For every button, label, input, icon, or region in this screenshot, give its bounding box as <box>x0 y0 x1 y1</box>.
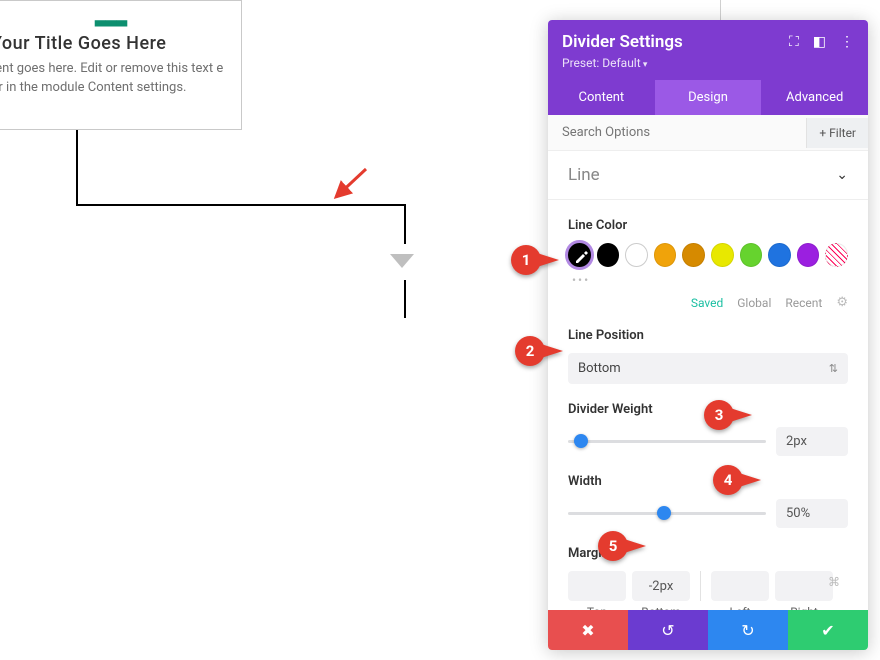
swatch-orange[interactable] <box>654 243 677 267</box>
snap-icon[interactable]: ◧ <box>813 34 826 50</box>
blurb-icon: ▃▃▃ <box>0 11 231 27</box>
preset-dropdown[interactable]: Preset: Default <box>562 56 854 70</box>
width-slider[interactable] <box>568 512 766 515</box>
filter-label: Filter <box>829 126 856 140</box>
more-icon[interactable]: ••• <box>572 273 848 287</box>
group-line-color: Line Color ••• Saved Global Recent <box>568 218 848 310</box>
guide-line <box>720 0 721 20</box>
margin-bottom-input[interactable]: -2px <box>632 571 690 601</box>
palette-recent[interactable]: Recent <box>785 296 822 310</box>
divider-weight-value[interactable]: 2px <box>776 427 848 456</box>
swatch-green[interactable] <box>740 243 763 267</box>
undo-icon: ↺ <box>661 621 674 640</box>
swatch-transparent[interactable] <box>825 243 848 267</box>
check-icon: ✔ <box>821 621 834 640</box>
select-chevrons-icon: ⇅ <box>829 362 838 375</box>
color-swatch-row <box>568 243 848 267</box>
search-row: + Filter <box>548 115 868 151</box>
group-width: Width 50% <box>568 474 848 528</box>
close-icon: ✖ <box>581 621 594 640</box>
margin-left-label: Left <box>730 605 751 610</box>
swatch-black[interactable] <box>597 243 620 267</box>
tab-advanced[interactable]: Advanced <box>761 80 868 115</box>
filter-button[interactable]: + Filter <box>806 118 868 148</box>
blurb-body: tent goes here. Edit or remove this text… <box>0 60 231 98</box>
plus-icon: + <box>819 126 829 140</box>
tab-design[interactable]: Design <box>655 80 762 115</box>
redo-button[interactable]: ↻ <box>708 610 788 650</box>
panel-tabs: Content Design Advanced <box>548 80 868 115</box>
discard-button[interactable]: ✖ <box>548 610 628 650</box>
group-line-position: Line Position Bottom ⇅ <box>568 328 848 384</box>
expand-icon[interactable]: ⛶ <box>789 34 799 50</box>
swatch-yellow[interactable] <box>711 243 734 267</box>
section-label: Line <box>568 165 600 185</box>
divider-triangle-icon[interactable] <box>390 254 414 268</box>
divider-settings-panel: Divider Settings ⛶ ◧ ⋮ Preset: Default C… <box>548 20 868 650</box>
tab-content[interactable]: Content <box>548 80 655 115</box>
kebab-menu-icon[interactable]: ⋮ <box>840 34 854 50</box>
margin-left-input[interactable] <box>711 571 769 601</box>
link-values-icon[interactable]: ⌘ <box>828 575 840 589</box>
callout-5: 5 <box>598 531 652 561</box>
color-picker-swatch[interactable] <box>568 243 591 267</box>
palette-global[interactable]: Global <box>737 296 771 310</box>
margin-bottom-label: Bottom <box>641 605 680 610</box>
margin-top-input[interactable] <box>568 571 626 601</box>
divider-weight-slider[interactable] <box>568 440 766 443</box>
swatch-white[interactable] <box>625 243 648 267</box>
callout-1: 1 <box>511 245 565 275</box>
save-button[interactable]: ✔ <box>788 610 868 650</box>
callout-4: 4 <box>713 465 767 495</box>
line-position-value: Bottom <box>578 361 621 376</box>
blurb-title: Your Title Goes Here <box>0 33 231 54</box>
search-input[interactable] <box>548 115 806 150</box>
panel-title: Divider Settings <box>562 32 683 52</box>
undo-button[interactable]: ↺ <box>628 610 708 650</box>
width-value[interactable]: 50% <box>776 499 848 528</box>
divider-segment <box>76 204 406 206</box>
margin-separator <box>700 571 701 601</box>
redo-icon: ↻ <box>741 621 754 640</box>
annotation-arrow-icon <box>330 165 370 203</box>
callout-3: 3 <box>704 400 758 430</box>
gear-icon[interactable]: ⚙ <box>836 295 848 310</box>
swatch-purple[interactable] <box>797 243 820 267</box>
panel-header: Divider Settings ⛶ ◧ ⋮ Preset: Default <box>548 20 868 80</box>
divider-segment <box>404 280 406 318</box>
width-label: Width <box>568 474 848 489</box>
divider-segment <box>76 130 78 204</box>
line-color-label: Line Color <box>568 218 848 233</box>
line-position-select[interactable]: Bottom ⇅ <box>568 353 848 384</box>
margin-top-label: Top <box>587 605 607 610</box>
margin-right-input[interactable] <box>775 571 833 601</box>
panel-footer: ✖ ↺ ↻ ✔ <box>548 610 868 650</box>
margin-right-label: Right <box>790 605 818 610</box>
divider-segment <box>404 206 406 244</box>
blurb-module: ▃▃▃ Your Title Goes Here tent goes here.… <box>0 0 242 130</box>
section-line-toggle[interactable]: Line ⌄ <box>548 151 868 200</box>
callout-2: 2 <box>515 336 569 366</box>
line-position-label: Line Position <box>568 328 848 343</box>
swatch-amber[interactable] <box>682 243 705 267</box>
palette-saved[interactable]: Saved <box>691 296 723 310</box>
swatch-blue[interactable] <box>768 243 791 267</box>
chevron-down-icon: ⌄ <box>836 167 848 183</box>
